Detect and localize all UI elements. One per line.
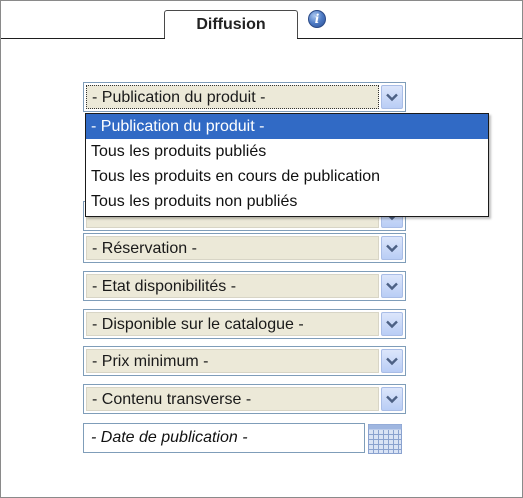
reservation-select-value: - Réservation - — [86, 236, 379, 260]
etat-disponibilites-select-dropdown-button[interactable] — [381, 274, 403, 298]
prix-minimum-select-dropdown-button[interactable] — [381, 349, 403, 373]
info-icon[interactable]: i — [308, 10, 326, 28]
dropdown-option-non-publies[interactable]: Tous les produits non publiés — [86, 189, 488, 214]
dropdown-option-publies[interactable]: Tous les produits publiés — [86, 139, 488, 164]
tab-diffusion[interactable]: Diffusion — [164, 10, 298, 38]
publication-select-value: - Publication du produit - — [86, 85, 379, 109]
dropdown-option-publication[interactable]: - Publication du produit - — [86, 114, 488, 139]
publication-dropdown-list: - Publication du produit - Tous les prod… — [85, 113, 489, 217]
chevron-down-icon — [386, 282, 398, 290]
date-publication-input[interactable]: - Date de publication - — [83, 423, 365, 453]
disponible-catalogue-select[interactable]: - Disponible sur le catalogue - — [83, 309, 406, 339]
chevron-down-icon — [386, 320, 398, 328]
tab-diffusion-label: Diffusion — [196, 15, 266, 33]
tab-active-gap — [165, 37, 297, 40]
contenu-transverse-select[interactable]: - Contenu transverse - — [83, 384, 406, 414]
reservation-select[interactable]: - Réservation - — [83, 233, 406, 263]
publication-select-dropdown-button[interactable] — [381, 85, 403, 109]
dropdown-option-en-cours[interactable]: Tous les produits en cours de publicatio… — [86, 164, 488, 189]
etat-disponibilites-select[interactable]: - Etat disponibilités - — [83, 271, 406, 301]
publication-select[interactable]: - Publication du produit - — [83, 82, 406, 112]
panel-frame: Diffusion i - Publication du produit - -… — [0, 0, 523, 498]
chevron-down-icon — [386, 244, 398, 252]
reservation-select-dropdown-button[interactable] — [381, 236, 403, 260]
prix-minimum-select[interactable]: - Prix minimum - — [83, 346, 406, 376]
contenu-transverse-select-dropdown-button[interactable] — [381, 387, 403, 411]
info-icon-glyph: i — [314, 12, 320, 26]
disponible-catalogue-select-value: - Disponible sur le catalogue - — [86, 312, 379, 336]
prix-minimum-select-value: - Prix minimum - — [86, 349, 379, 373]
chevron-down-icon — [386, 357, 398, 365]
chevron-down-icon — [386, 93, 398, 101]
calendar-icon[interactable] — [368, 424, 402, 454]
etat-disponibilites-select-value: - Etat disponibilités - — [86, 274, 379, 298]
chevron-down-icon — [386, 395, 398, 403]
calendar-grid-icon — [368, 424, 402, 454]
contenu-transverse-select-value: - Contenu transverse - — [86, 387, 379, 411]
disponible-catalogue-select-dropdown-button[interactable] — [381, 312, 403, 336]
